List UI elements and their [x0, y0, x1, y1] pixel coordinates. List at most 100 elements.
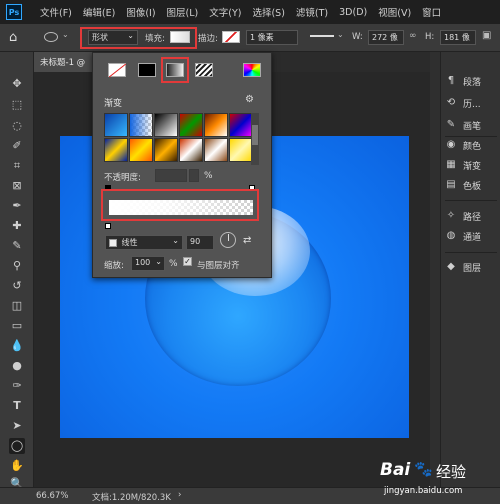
eraser-tool-icon[interactable]: ◫	[9, 298, 25, 314]
dock-divider	[445, 200, 497, 201]
type-tool-icon[interactable]: T	[9, 398, 25, 414]
home-icon[interactable]: ⌂	[9, 30, 17, 45]
brush-panel-button[interactable]: ✎ 画笔	[445, 116, 499, 134]
gradient-tool-icon[interactable]: ▭	[9, 318, 25, 334]
no-fill-button[interactable]	[108, 63, 127, 78]
stamp-tool-icon[interactable]: ⚲	[9, 258, 25, 274]
gradient-preset[interactable]	[129, 113, 153, 137]
channels-panel-label: 通道	[463, 232, 482, 243]
history-brush-tool-icon[interactable]: ↺	[9, 278, 25, 294]
move-tool-icon[interactable]: ✥	[9, 76, 25, 92]
gradient-preset[interactable]	[154, 113, 178, 137]
width-field[interactable]: 272 像	[368, 30, 404, 45]
gradient-preset[interactable]	[104, 113, 128, 137]
gradient-fill-button[interactable]	[166, 63, 184, 77]
quick-select-tool-icon[interactable]: ✐	[9, 138, 25, 154]
gradient-preset[interactable]	[129, 138, 153, 162]
menu-layer[interactable]: 图层(L)	[167, 5, 199, 19]
path-select-tool-icon[interactable]: ➤	[9, 418, 25, 434]
gradient-style-value: 线性	[121, 238, 138, 247]
gradient-preset[interactable]	[154, 138, 178, 162]
opacity-field[interactable]	[155, 169, 187, 182]
menu-select[interactable]: 选择(S)	[252, 5, 284, 19]
gradients-panel-button[interactable]: ▦ 渐变	[445, 156, 499, 174]
gradient-preset[interactable]	[104, 138, 128, 162]
presets-scrollbar[interactable]	[251, 113, 259, 165]
reverse-gradient-icon[interactable]: ⇄	[243, 235, 251, 246]
menu-file[interactable]: 文件(F)	[40, 5, 72, 19]
paths-panel-button[interactable]: ✧ 路径	[445, 207, 499, 225]
gradient-preset[interactable]	[204, 113, 228, 137]
align-with-layer-checkbox[interactable]: ✓	[183, 257, 194, 267]
gradient-style-select[interactable]: 线性 ⌄	[105, 235, 183, 250]
path-ops-icon[interactable]: ▣	[482, 30, 491, 41]
gradient-preset[interactable]	[179, 138, 203, 162]
gradient-preset[interactable]	[179, 113, 203, 137]
menu-window[interactable]: 窗口	[422, 5, 441, 19]
paths-icon: ✧	[446, 210, 456, 221]
paragraph-panel-button[interactable]: ¶ 段落	[445, 72, 499, 90]
height-value: 181 像	[444, 33, 470, 42]
stroke-type-select[interactable]	[310, 35, 334, 37]
channels-panel-button[interactable]: ◍ 通道	[445, 227, 499, 245]
crop-tool-icon[interactable]: ⌗	[9, 158, 25, 174]
eyedropper-tool-icon[interactable]: ✒	[9, 198, 25, 214]
ellipse-preset-icon[interactable]	[44, 32, 58, 42]
gradient-preset[interactable]	[229, 138, 253, 162]
color-picker-button[interactable]	[243, 63, 261, 77]
layers-panel-button[interactable]: ◆ 图层	[445, 258, 499, 276]
scale-field[interactable]: 100 ⌄	[131, 256, 165, 271]
gradient-preset[interactable]	[229, 113, 253, 137]
document-info[interactable]: 文档:1.20M/820.3K	[92, 491, 171, 503]
angle-dial[interactable]	[220, 232, 236, 248]
chevron-down-icon[interactable]: ⌄	[337, 30, 344, 39]
blur-tool-icon[interactable]: 💧	[9, 338, 25, 354]
link-icon[interactable]: ∞	[409, 31, 417, 41]
pattern-fill-button[interactable]	[195, 63, 213, 77]
width-label: W:	[352, 32, 363, 42]
swatches-panel-label: 色板	[463, 181, 482, 192]
solid-fill-button[interactable]	[138, 63, 156, 77]
menu-image[interactable]: 图像(I)	[126, 5, 155, 19]
marquee-tool-icon[interactable]: ⬚	[9, 97, 25, 113]
frame-tool-icon[interactable]: ⊠	[9, 178, 25, 194]
swatches-panel-button[interactable]: ▤ 色板	[445, 176, 499, 194]
style-swatch-icon	[109, 238, 117, 247]
hand-tool-icon[interactable]: ✋	[9, 458, 25, 474]
mode-select[interactable]: 形状 ⌄	[88, 30, 138, 45]
chevron-right-icon[interactable]: ›	[178, 490, 181, 500]
dodge-tool-icon[interactable]: ●	[9, 358, 25, 374]
fill-swatch[interactable]	[170, 31, 190, 43]
gradient-bar[interactable]	[109, 200, 253, 215]
menu-3d[interactable]: 3D(D)	[339, 7, 367, 18]
history-panel-button[interactable]: ⟲ 历...	[445, 94, 499, 112]
document-tab[interactable]: 未标题-1 @	[34, 52, 92, 72]
opacity-stepper[interactable]	[189, 169, 199, 182]
brush-tool-icon[interactable]: ✎	[9, 238, 25, 254]
menu-type[interactable]: 文字(Y)	[209, 5, 241, 19]
angle-field[interactable]: 90	[186, 235, 214, 250]
gradient-preset[interactable]	[204, 138, 228, 162]
gradient-section-title: 渐变	[104, 99, 123, 109]
channels-icon: ◍	[446, 230, 456, 241]
lasso-tool-icon[interactable]: ◌	[9, 118, 25, 134]
pen-tool-icon[interactable]: ✑	[9, 378, 25, 394]
zoom-level[interactable]: 66.67%	[36, 491, 68, 501]
color-panel-button[interactable]: ◉ 颜色	[445, 136, 499, 154]
options-bar: ⌂ ⌄ 形状 ⌄ 填充: 描边: 1 像素 ⌄ W: 272 像 ∞ H: 18…	[0, 24, 500, 52]
fill-label: 填充:	[145, 34, 165, 44]
menu-edit[interactable]: 编辑(E)	[83, 5, 115, 19]
dock-collapse-strip[interactable]	[430, 52, 440, 492]
chevron-down-icon[interactable]: ⌄	[62, 30, 69, 39]
color-stop-left[interactable]	[105, 223, 111, 229]
menu-view[interactable]: 视图(V)	[378, 5, 411, 19]
stroke-swatch[interactable]	[222, 31, 240, 43]
height-field[interactable]: 181 像	[440, 30, 476, 45]
ellipse-tool-icon[interactable]: ◯	[9, 438, 25, 454]
stroke-width-value: 1 像素	[250, 33, 274, 42]
opacity-unit: %	[204, 171, 213, 181]
healing-tool-icon[interactable]: ✚	[9, 218, 25, 234]
menu-filter[interactable]: 滤镜(T)	[296, 5, 328, 19]
stroke-width-field[interactable]: 1 像素	[246, 30, 298, 45]
gear-icon[interactable]: ⚙	[245, 94, 254, 105]
